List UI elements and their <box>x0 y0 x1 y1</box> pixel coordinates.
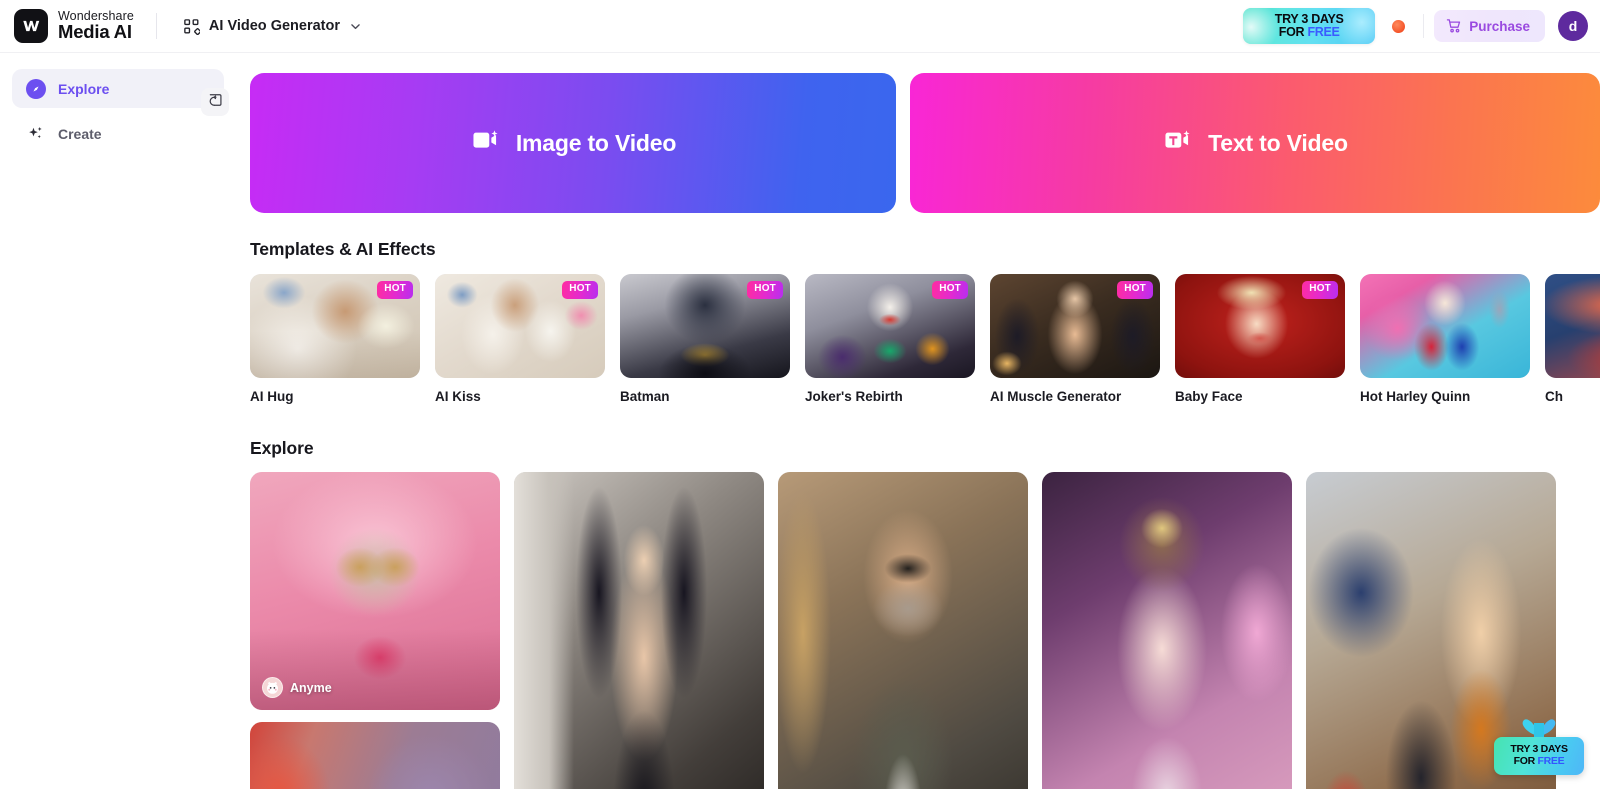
explore-card[interactable] <box>778 472 1028 789</box>
template-name: Ch <box>1545 389 1563 404</box>
float-promo-line-2: FOR FREE <box>1513 754 1565 767</box>
explore-section-title: Explore <box>250 438 314 458</box>
notification-dot-icon <box>1391 19 1405 33</box>
template-name: AI Muscle Generator <box>990 389 1122 404</box>
template-thumbnail <box>1360 274 1530 378</box>
gift-ribbon-icon <box>1494 715 1584 738</box>
template-name: AI Hug <box>250 389 294 404</box>
template-card[interactable]: HOT Batman <box>620 274 790 404</box>
purchase-button[interactable]: Purchase <box>1434 10 1545 42</box>
grid-dots-icon <box>183 18 200 35</box>
hot-badge: HOT <box>562 281 598 299</box>
explore-card[interactable] <box>250 722 500 789</box>
template-card[interactable]: HOT Joker's Rebirth <box>805 274 975 404</box>
user-avatar[interactable]: d <box>1558 11 1588 41</box>
image-video-icon <box>470 128 500 158</box>
explore-column: Anyme <box>250 472 500 789</box>
purchase-label: Purchase <box>1469 18 1530 34</box>
template-thumbnail: HOT <box>1175 274 1345 378</box>
avatar-initial: d <box>1568 18 1578 34</box>
template-name: Hot Harley Quinn <box>1360 389 1471 404</box>
floating-try-free-promo[interactable]: TRY 3 DAYS FOR FREE <box>1494 715 1584 775</box>
try-free-promo-button[interactable]: TRY 3 DAYS FOR FREE <box>1243 8 1376 44</box>
compass-icon <box>26 78 46 99</box>
explore-column <box>514 472 764 789</box>
sidebar-item-explore-label: Explore <box>58 80 110 97</box>
module-name: AI Video Generator <box>208 18 340 34</box>
main-content: Image to Video Text to Video Templates &… <box>236 53 1600 789</box>
sidebar: Explore Create <box>0 53 236 789</box>
template-card[interactable]: Ch <box>1545 274 1600 404</box>
explore-masonry: Anyme <box>236 472 1600 789</box>
explore-card[interactable] <box>1042 472 1292 789</box>
top-right-divider <box>1423 14 1425 38</box>
text-to-video-banner[interactable]: Text to Video <box>910 73 1600 213</box>
sparkle-icon <box>26 124 46 144</box>
template-name: Baby Face <box>1175 389 1243 404</box>
creator-badge-label: Anyme <box>290 680 332 695</box>
template-card[interactable]: Hot Harley Quinn <box>1360 274 1530 404</box>
template-card[interactable]: HOT AI Muscle Generator <box>990 274 1160 404</box>
promo-free-word: FREE <box>1307 25 1340 39</box>
explore-column <box>1042 472 1292 789</box>
sidebar-item-create[interactable]: Create <box>12 114 224 153</box>
template-thumbnail: HOT <box>250 274 420 378</box>
template-name: AI Kiss <box>435 389 481 404</box>
hot-badge: HOT <box>747 281 783 299</box>
template-name: Batman <box>620 389 670 404</box>
promo-line-2: FOR FREE <box>1278 25 1340 39</box>
header-divider <box>155 13 157 39</box>
top-bar: Wondershare Media AI AI Video Generator <box>0 0 1600 53</box>
banner-row: Image to Video Text to Video <box>236 53 1600 213</box>
hot-badge: HOT <box>932 281 968 299</box>
explore-column <box>778 472 1028 789</box>
templates-section-title: Templates & AI Effects <box>250 239 436 259</box>
wondershare-logo-icon <box>14 9 48 43</box>
top-bar-right: TRY 3 DAYS FOR FREE Purchase d <box>1243 8 1600 44</box>
template-card[interactable]: HOT AI Kiss <box>435 274 605 404</box>
image-to-video-label: Image to Video <box>515 129 677 156</box>
module-selector[interactable]: AI Video Generator <box>175 12 370 41</box>
template-card[interactable]: HOT AI Hug <box>250 274 420 404</box>
gift-promo-box: TRY 3 DAYS FOR FREE <box>1494 737 1584 775</box>
sidebar-item-explore[interactable]: Explore <box>12 69 224 108</box>
sidebar-item-create-label: Create <box>58 125 102 142</box>
hot-badge: HOT <box>1302 281 1338 299</box>
app-root: Wondershare Media AI AI Video Generator <box>0 0 1600 789</box>
templates-row: HOT AI Hug HOT AI Kiss HOT Batman HOT Jo… <box>236 274 1600 404</box>
template-name: Joker's Rebirth <box>805 389 903 404</box>
cart-icon <box>1446 18 1462 34</box>
cat-avatar-icon <box>262 677 283 698</box>
explore-card[interactable]: Anyme <box>250 472 500 710</box>
brand-name-bottom: Media AI <box>58 20 132 42</box>
hot-badge: HOT <box>1117 281 1153 299</box>
float-promo-free-word: FREE <box>1537 754 1565 767</box>
chevron-down-icon <box>349 20 362 33</box>
hot-badge: HOT <box>377 281 413 299</box>
text-video-icon <box>1162 128 1192 158</box>
creator-badge[interactable]: Anyme <box>262 677 332 698</box>
collapse-panel-icon <box>207 92 223 113</box>
explore-card[interactable] <box>514 472 764 789</box>
sidebar-collapse-button[interactable] <box>201 88 229 116</box>
template-thumbnail: HOT <box>620 274 790 378</box>
text-to-video-label: Text to Video <box>1208 129 1348 156</box>
brand-logo[interactable]: Wondershare Media AI <box>0 9 134 43</box>
image-to-video-banner[interactable]: Image to Video <box>250 73 896 213</box>
template-thumbnail: HOT <box>435 274 605 378</box>
template-thumbnail <box>1545 274 1600 378</box>
template-card[interactable]: HOT Baby Face <box>1175 274 1345 404</box>
notification-button[interactable] <box>1375 19 1421 33</box>
template-thumbnail: HOT <box>805 274 975 378</box>
template-thumbnail: HOT <box>990 274 1160 378</box>
